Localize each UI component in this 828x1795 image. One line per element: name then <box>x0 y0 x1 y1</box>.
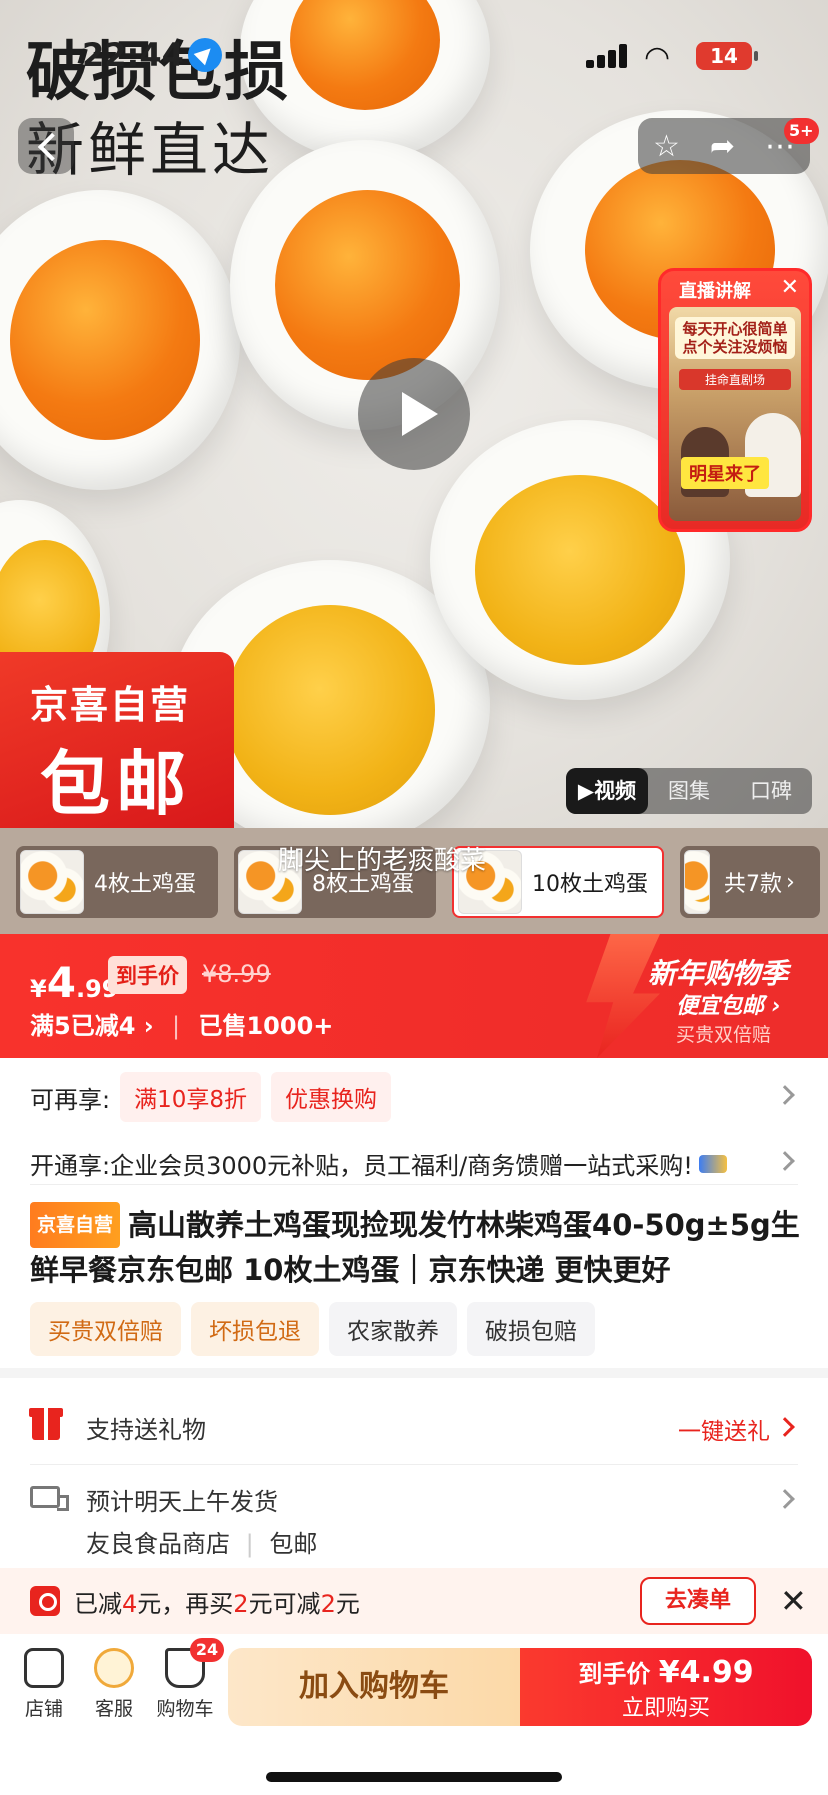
feature-tag[interactable]: 农家散养 <box>329 1302 457 1356</box>
self-operated-tag: 京喜自营 <box>30 1202 121 1248</box>
festival-subtitle[interactable]: 便宜包邮 › <box>676 988 781 1020</box>
divider: | <box>172 1012 181 1040</box>
benefit-pill[interactable]: 满10享8折 <box>120 1072 261 1122</box>
shipping-fee: 包邮 <box>269 1530 318 1558</box>
back-button[interactable] <box>18 118 74 174</box>
benefit-label: 可再享: <box>30 1085 111 1114</box>
jingxi-self-operated-badge: 京喜自营 包邮 <box>0 652 234 828</box>
price-bar: ¥4.99 到手价 ¥8.99 满5已减4 › | 已售1000+ 新年购物季 … <box>0 934 828 1058</box>
feature-tags: 买贵双倍赔 坏损包退 农家散养 破损包赔 <box>30 1302 595 1356</box>
gift-label: 支持送礼物 <box>86 1416 206 1444</box>
store-icon <box>24 1648 64 1688</box>
status-bar: 22:44 ◠ 14 <box>0 0 828 100</box>
gift-icon <box>29 1408 63 1440</box>
coupon-bar: 已减4元，再买2元可减2元 去凑单 ✕ <box>0 1568 828 1634</box>
live-card-banner: 明星来了 <box>681 457 769 489</box>
divider <box>30 1464 798 1465</box>
location-arrow-icon <box>188 38 222 72</box>
sold-count: 已售1000+ <box>198 1012 334 1040</box>
variant-option[interactable]: 4枚土鸡蛋 <box>16 846 218 918</box>
send-gift-link[interactable]: 一键送礼 <box>678 1412 770 1446</box>
live-card-close-icon[interactable]: ✕ <box>781 275 799 300</box>
vip-logo-icon <box>698 1154 727 1173</box>
coupon-text: 已减4元，再买2元可减2元 <box>74 1590 360 1618</box>
buy-price-line: 到手价 ¥4.99 <box>578 1655 754 1690</box>
add-on-order-button[interactable]: 去凑单 <box>640 1577 756 1625</box>
tab-reviews[interactable]: 口碑 <box>730 768 812 814</box>
feature-tag[interactable]: 破损包赔 <box>467 1302 595 1356</box>
variant-more-button[interactable]: 共7款 › <box>680 846 820 918</box>
tab-gallery[interactable]: 图集 <box>648 768 730 814</box>
benefit-pill[interactable]: 优惠换购 <box>271 1072 391 1122</box>
message-count-badge: 5+ <box>784 118 819 144</box>
lightning-bolt-icon <box>586 934 660 1058</box>
benefit-row[interactable]: 可再享: 满10享8折 优惠换购 <box>30 1072 391 1122</box>
feature-tag[interactable]: 买贵双倍赔 <box>30 1302 181 1356</box>
customer-service-icon <box>94 1648 134 1688</box>
add-to-cart-button[interactable]: 加入购物车 <box>228 1648 520 1726</box>
final-price-tag: 到手价 <box>108 956 187 994</box>
chevron-right-icon <box>775 1417 795 1437</box>
live-stream-preview: 每天开心很简单 点个关注没烦恼 挂命直剧场 明星来了 <box>669 307 801 521</box>
customer-service-label: 客服 <box>94 1698 133 1720</box>
buy-now-button[interactable]: 到手价 ¥4.99 立即购买 <box>520 1648 812 1726</box>
variant-thumbnail <box>684 850 710 914</box>
status-time: 22:44 <box>82 36 184 74</box>
live-stream-card[interactable]: 直播讲解 ✕ 每天开心很简单 点个关注没烦恼 挂命直剧场 明星来了 <box>658 268 812 532</box>
festival-guarantee: 买贵双倍赔 <box>676 1024 772 1046</box>
battery-indicator: 14 <box>696 42 758 70</box>
tab-video[interactable]: ▶视频 <box>566 768 648 814</box>
store-button[interactable]: 店铺 <box>12 1648 76 1721</box>
share-icon[interactable]: ➦ <box>710 129 735 164</box>
variant-label: 10枚土鸡蛋 <box>532 872 648 897</box>
play-video-button[interactable] <box>358 358 470 470</box>
store-label: 店铺 <box>24 1698 63 1720</box>
badge-line1: 京喜自营 <box>30 683 191 727</box>
cellular-signal-icon <box>586 44 630 68</box>
service-card: 支持送礼物 一键送礼 预计明天上午发货 友良食品商店 | 包邮 <box>0 1378 828 1568</box>
chevron-right-icon <box>775 1489 795 1509</box>
wifi-icon: ◠ <box>644 40 671 75</box>
product-media-hero[interactable]: 破损包损 新鲜直达 22:44 ◠ 14 ☆ ➦ ⋯ 5+ 直播讲解 ✕ 每天开… <box>0 0 828 828</box>
customer-service-button[interactable]: 客服 <box>82 1648 146 1721</box>
festival-title: 新年购物季 <box>648 957 789 990</box>
bottom-action-bar: 店铺 客服 24 购物车 加入购物车 到手价 ¥4.99 立即购买 <box>0 1634 828 1795</box>
cart-button[interactable]: 24 购物车 <box>150 1638 224 1721</box>
store-shipping-info: 友良食品商店 | 包邮 <box>86 1524 317 1559</box>
feature-tag[interactable]: 坏损包退 <box>191 1302 319 1356</box>
discount-rule: 满5已减4 <box>30 1012 136 1040</box>
product-title-text: 高山散养土鸡蛋现捡现发竹林柴鸡蛋40-50g±5g生鲜早餐京东包邮 10枚土鸡蛋… <box>30 1208 800 1287</box>
chevron-right-icon <box>775 1151 795 1171</box>
video-caption-overlay: 脚尖上的老痰酸菜 <box>278 846 487 876</box>
product-title: 京喜自营 高山散养土鸡蛋现捡现发竹林柴鸡蛋40-50g±5g生鲜早餐京东包邮 10… <box>30 1202 800 1292</box>
egg-image <box>0 190 240 490</box>
chevron-right-icon <box>775 1085 795 1105</box>
variant-thumbnail <box>20 850 84 914</box>
enterprise-vip-row[interactable]: 开通享:企业会员3000元补贴，员工福利/商务馈赠一站式采购! <box>30 1146 727 1181</box>
chevron-right-icon: › <box>786 869 795 895</box>
buy-now-label: 立即购买 <box>621 1696 710 1721</box>
divider <box>30 1184 798 1185</box>
close-icon[interactable]: ✕ <box>780 1582 807 1620</box>
media-tabs: ▶视频 图集 口碑 <box>566 768 812 814</box>
cart-count-badge: 24 <box>190 1638 224 1662</box>
store-name: 友良食品商店 <box>86 1530 230 1558</box>
variant-label: 4枚土鸡蛋 <box>94 872 196 897</box>
home-indicator <box>266 1772 562 1782</box>
coupon-icon <box>30 1586 60 1616</box>
variant-more-label: 共7款 <box>724 872 782 897</box>
live-card-room-name: 挂命直剧场 <box>679 369 791 390</box>
star-favorite-icon[interactable]: ☆ <box>653 129 680 164</box>
shipping-estimate[interactable]: 预计明天上午发货 <box>86 1482 278 1517</box>
final-price: ¥4.99 <box>30 958 119 1007</box>
truck-delivery-icon <box>30 1486 69 1511</box>
promo-summary[interactable]: 满5已减4 › | 已售1000+ <box>30 1006 333 1041</box>
divider: | <box>245 1530 254 1558</box>
chevron-right-icon: › <box>143 1012 154 1040</box>
cart-label: 购物车 <box>156 1698 214 1720</box>
live-card-slogan: 每天开心很简单 点个关注没烦恼 <box>675 317 795 359</box>
original-price: ¥8.99 <box>202 960 271 988</box>
vip-text: 开通享:企业会员3000元补贴，员工福利/商务馈赠一站式采购! <box>30 1152 693 1180</box>
badge-line2: 包邮 <box>40 743 192 825</box>
